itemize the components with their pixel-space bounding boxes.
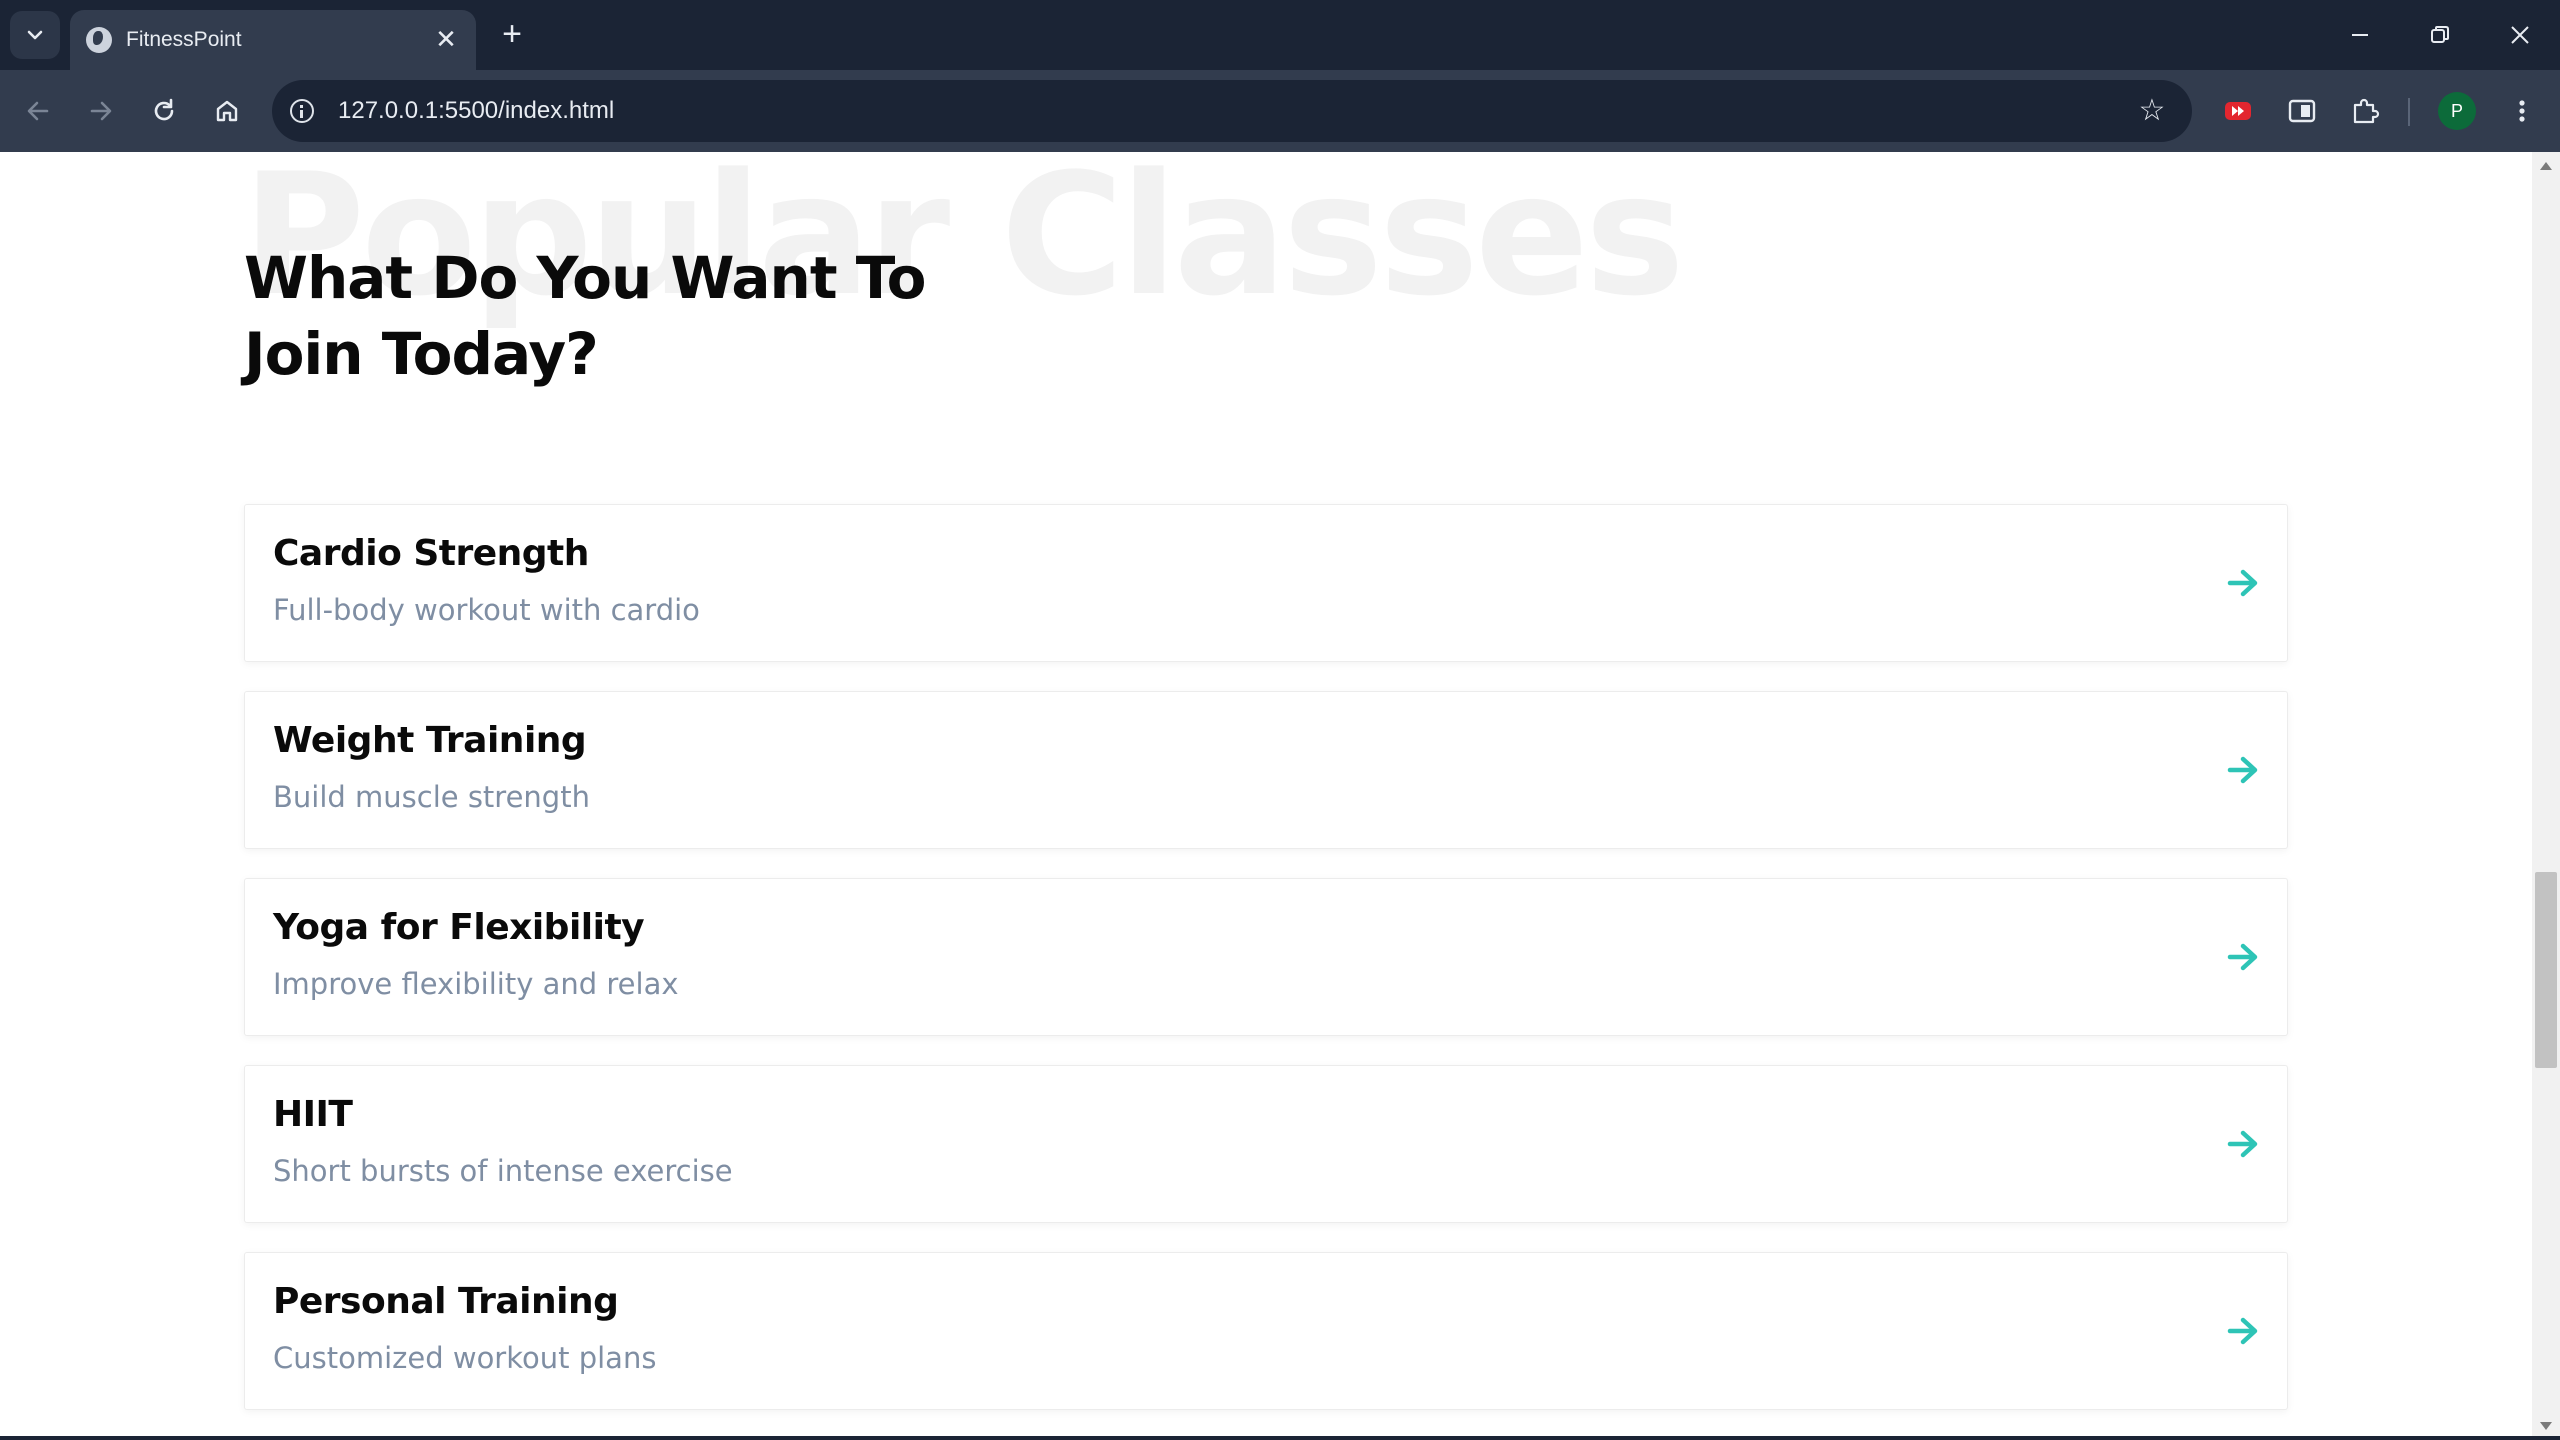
chevron-down-icon <box>27 30 43 40</box>
reload-button[interactable] <box>142 89 186 133</box>
class-title: Yoga for Flexibility <box>273 907 645 948</box>
arrow-right-icon[interactable] <box>2225 1126 2261 1162</box>
minimize-button[interactable] <box>2320 0 2400 70</box>
bookmark-star-icon[interactable]: ☆ <box>2136 95 2168 127</box>
globe-icon <box>86 27 112 53</box>
tab-close-button[interactable]: ✕ <box>430 24 462 56</box>
class-description: Improve flexibility and relax <box>273 967 679 1001</box>
side-panel-icon <box>2288 99 2316 123</box>
toolbar-divider <box>2408 98 2410 126</box>
scroll-down-arrow-icon[interactable] <box>2540 1422 2552 1430</box>
new-tab-button[interactable]: + <box>494 16 530 52</box>
arrow-right-icon[interactable] <box>2225 939 2261 975</box>
class-list: Cardio Strength Full-body workout with c… <box>244 504 2288 1439</box>
extension-youtube-button[interactable] <box>2216 89 2260 133</box>
class-card[interactable]: Cardio Strength Full-body workout with c… <box>244 504 2288 662</box>
tab-title: FitnessPoint <box>126 28 242 51</box>
close-window-button[interactable] <box>2480 0 2560 70</box>
class-description: Short bursts of intense exercise <box>273 1154 733 1188</box>
restore-button[interactable] <box>2400 0 2480 70</box>
back-button[interactable] <box>16 89 60 133</box>
class-title: Cardio Strength <box>273 533 589 574</box>
forward-button[interactable] <box>79 89 123 133</box>
class-title: Weight Training <box>273 720 587 761</box>
heading-line-1: What Do You Want To <box>244 244 926 312</box>
class-description: Build muscle strength <box>273 780 590 814</box>
heading-line-2: Join Today? <box>244 320 599 388</box>
puzzle-icon <box>2353 98 2380 124</box>
page-viewport: Popular Classes What Do You Want To Join… <box>0 152 2532 1440</box>
side-panel-button[interactable] <box>2280 89 2324 133</box>
arrow-right-icon[interactable] <box>2225 1313 2261 1349</box>
kebab-menu-icon <box>2519 100 2525 122</box>
class-card[interactable]: Personal Training Customized workout pla… <box>244 1252 2288 1410</box>
tab-bar: FitnessPoint ✕ + <box>0 0 2560 70</box>
home-button[interactable] <box>205 89 249 133</box>
arrow-right-icon[interactable] <box>2225 752 2261 788</box>
section-heading: What Do You Want To Join Today? <box>244 240 964 392</box>
extensions-button[interactable] <box>2343 89 2387 133</box>
scrollbar-thumb[interactable] <box>2535 872 2557 1068</box>
minimize-icon <box>2352 34 2368 36</box>
class-card[interactable]: Weight Training Build muscle strength <box>244 691 2288 849</box>
browser-toolbar: 127.0.0.1:5500/index.html ☆ P <box>0 70 2560 152</box>
site-info-icon[interactable] <box>290 99 314 123</box>
page-scrollbar[interactable] <box>2532 152 2560 1440</box>
reload-icon <box>154 98 174 121</box>
restore-icon <box>2431 26 2449 43</box>
home-icon <box>216 100 238 122</box>
arrow-right-icon[interactable] <box>2225 565 2261 601</box>
scroll-up-arrow-icon[interactable] <box>2540 162 2552 170</box>
class-card[interactable]: HIIT Short bursts of intense exercise <box>244 1065 2288 1223</box>
profile-avatar[interactable]: P <box>2438 92 2476 130</box>
class-title: Personal Training <box>273 1281 619 1322</box>
arrow-left-icon <box>27 101 49 121</box>
class-card[interactable]: Yoga for Flexibility Improve flexibility… <box>244 878 2288 1036</box>
arrow-right-icon <box>90 101 112 121</box>
video-extension-icon <box>2225 102 2251 120</box>
browser-tab[interactable]: FitnessPoint ✕ <box>70 10 476 70</box>
url-text[interactable]: 127.0.0.1:5500/index.html <box>338 97 614 125</box>
class-title: HIIT <box>273 1094 353 1135</box>
class-description: Full-body workout with cardio <box>273 593 700 627</box>
window-bottom-edge <box>0 1436 2560 1440</box>
browser-menu-button[interactable] <box>2500 89 2544 133</box>
close-icon <box>2511 26 2529 44</box>
address-bar[interactable]: 127.0.0.1:5500/index.html ☆ <box>272 80 2192 142</box>
tab-search-button[interactable] <box>10 11 60 59</box>
class-description: Customized workout plans <box>273 1341 657 1375</box>
